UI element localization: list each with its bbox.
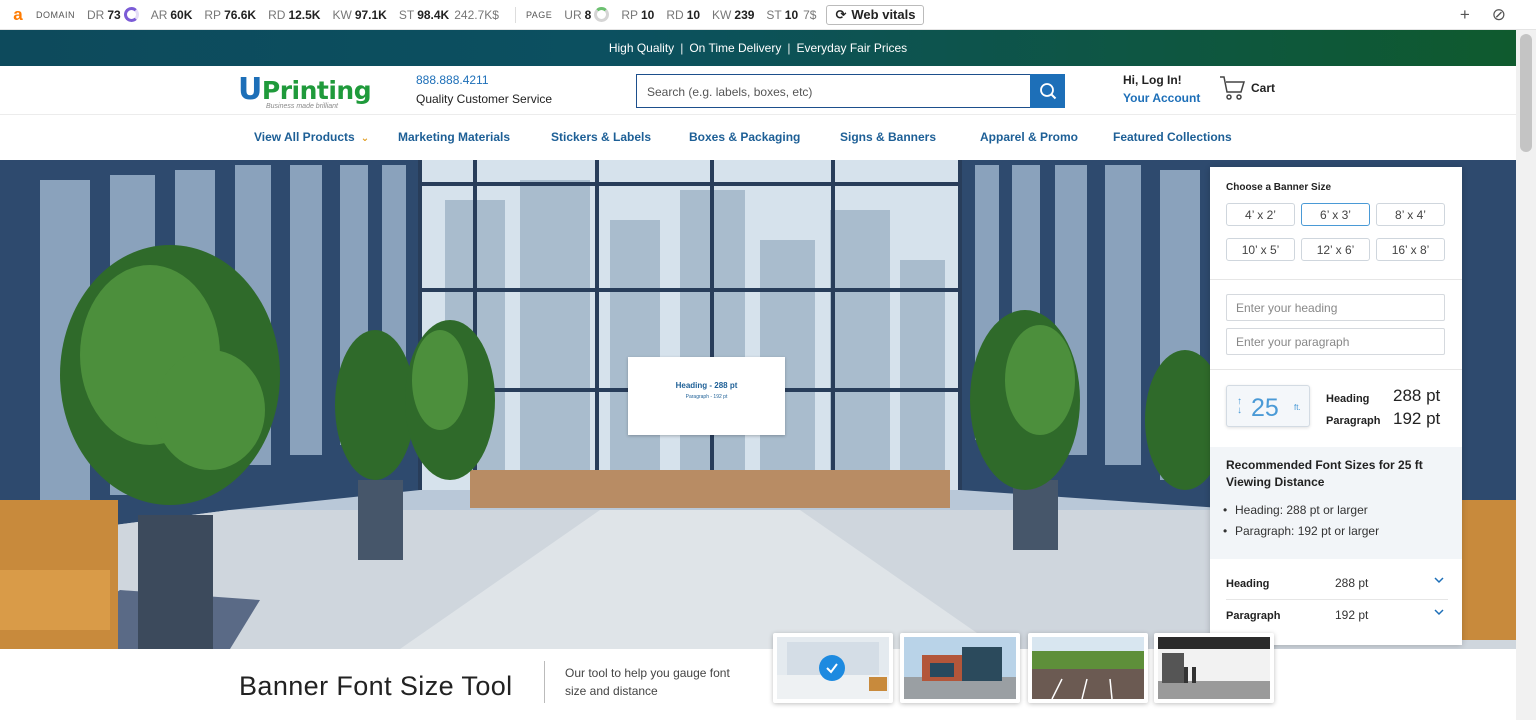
paragraph-stat-label: Paragraph	[1326, 415, 1381, 427]
page-scrollbar[interactable]	[1516, 30, 1536, 720]
chevron-down-icon	[1434, 609, 1444, 616]
toolbar-actions: + ⊘	[1460, 5, 1506, 25]
nav-boxes-packaging[interactable]: Boxes & Packaging	[689, 130, 800, 144]
stepper-arrows-icon[interactable]: ↑ ↓	[1237, 397, 1242, 416]
selected-check-icon	[819, 655, 845, 681]
heading-size-select[interactable]: Heading 288 pt	[1210, 567, 1462, 599]
nav-view-all-products[interactable]: View All Products ⌄	[254, 130, 369, 144]
paragraph-stat-value: 192 pt	[1393, 409, 1441, 428]
size-option-10x5[interactable]: 10’ x 5’	[1226, 238, 1295, 261]
metric-page-rd: RD 10	[666, 7, 701, 22]
chevron-down-icon: ⌄	[360, 133, 370, 144]
distance-unit: ft.	[1294, 403, 1301, 412]
heading-input[interactable]: Enter your heading	[1226, 294, 1445, 321]
recommendation-item: Paragraph: 192 pt or larger	[1223, 524, 1379, 538]
metric-st: ST 98.4K 242.7K$	[398, 7, 499, 22]
metric-page-rp: RP 10	[621, 7, 655, 22]
cart-label[interactable]: Cart	[1251, 81, 1275, 95]
size-option-6x3[interactable]: 6’ x 3’	[1301, 203, 1370, 226]
metric-dr: DR 73	[87, 7, 139, 22]
banner-preview: Heading - 288 pt Paragraph - 192 pt	[628, 357, 785, 435]
paragraph-size-select[interactable]: Paragraph 192 pt	[1210, 599, 1462, 631]
outdoor-thumbnail-image	[1032, 637, 1144, 699]
recommendation-title: Recommended Font Sizes for 25 ft Viewing…	[1226, 458, 1423, 489]
login-link[interactable]: Hi, Log In!	[1123, 73, 1182, 87]
panel-divider	[1210, 369, 1462, 370]
phone-link[interactable]: 888.888.4211	[416, 73, 489, 87]
distance-stepper[interactable]: ↑ ↓ 25 ft.	[1226, 385, 1310, 427]
size-option-12x6[interactable]: 12’ x 6’	[1301, 238, 1370, 261]
storefront-thumbnail-image	[904, 637, 1016, 699]
metric-rd: RD 12.5K	[268, 7, 321, 22]
web-vitals-button[interactable]: ⟳ Web vitals	[826, 4, 925, 25]
scene-thumbnail-outdoor[interactable]	[1028, 633, 1148, 703]
promo-separator: |	[680, 41, 684, 55]
nav-featured-collections[interactable]: Featured Collections	[1113, 130, 1232, 144]
main-nav: View All Products ⌄ Marketing Materials S…	[0, 114, 1516, 160]
seo-toolbar: a DOMAIN DR 73 AR 60K RP 76.6K RD 12.5K KW 97…	[0, 0, 1536, 30]
metric-ar: AR 60K	[150, 7, 193, 22]
nav-stickers-labels[interactable]: Stickers & Labels	[551, 130, 651, 144]
scrollbar-thumb[interactable]	[1520, 34, 1532, 152]
scene-thumbnail-lobby[interactable]	[773, 633, 893, 703]
panel-divider	[1210, 279, 1462, 280]
promo-item: On Time Delivery	[689, 41, 782, 55]
promo-item: Everyday Fair Prices	[796, 41, 908, 55]
size-option-16x8[interactable]: 16’ x 8’	[1376, 238, 1445, 261]
page-metrics: PAGE UR 8 RP 10 RD 10 KW 239 ST 10 7$	[526, 7, 823, 22]
nav-apparel-promo[interactable]: Apparel & Promo	[980, 130, 1078, 144]
promo-separator: |	[787, 41, 791, 55]
banner-preview-paragraph: Paragraph - 192 pt	[685, 394, 728, 400]
size-option-8x4[interactable]: 8’ x 4’	[1376, 203, 1445, 226]
scene-thumbnail-gallery[interactable]	[1154, 633, 1274, 703]
search-button[interactable]	[1030, 74, 1065, 108]
metric-ur: UR 8	[564, 7, 610, 22]
tool-intro: Banner Font Size Tool Our tool to help y…	[0, 649, 1516, 720]
metric-page-kw: KW 239	[712, 7, 755, 22]
page-title: Banner Font Size Tool	[239, 671, 513, 701]
search-input[interactable]: Search (e.g. labels, boxes, etc)	[636, 74, 1031, 108]
distance-value: 25	[1251, 394, 1279, 422]
paragraph-input[interactable]: Enter your paragraph	[1226, 328, 1445, 355]
scene-thumbnail-storefront[interactable]	[900, 633, 1020, 703]
metric-page-st: ST 10 7$	[766, 7, 817, 22]
banner-preview-heading: Heading - 288 pt	[675, 381, 738, 390]
recommendation-item: Heading: 288 pt or larger	[1223, 503, 1368, 517]
dr-ring-icon	[123, 7, 139, 22]
nav-marketing-materials[interactable]: Marketing Materials	[398, 130, 510, 144]
page-subtitle: Our tool to help you gauge font size and…	[565, 666, 730, 698]
cart-icon[interactable]	[1219, 74, 1247, 102]
promo-item: High Quality	[608, 41, 675, 55]
gallery-thumbnail-image	[1158, 637, 1270, 699]
logo-tagline: Business made brilliant	[266, 103, 338, 110]
title-divider	[544, 661, 545, 703]
heading-stat-label: Heading	[1326, 393, 1370, 405]
ahrefs-logo-icon[interactable]: a	[0, 5, 36, 25]
site-header: UPrinting Business made brilliant 888.88…	[0, 66, 1516, 114]
banner-size-title: Choose a Banner Size	[1226, 182, 1332, 193]
metric-rp: RP 76.6K	[204, 7, 257, 22]
disable-icon[interactable]: ⊘	[1492, 5, 1506, 25]
plus-icon[interactable]: +	[1460, 5, 1470, 25]
metric-kw: KW 97.1K	[332, 7, 387, 22]
chevron-down-icon	[1434, 577, 1444, 584]
toolbar-divider	[514, 6, 516, 23]
customer-service-text: Quality Customer Service	[416, 92, 553, 106]
recommendation-box: Recommended Font Sizes for 25 ft Viewing…	[1210, 447, 1462, 559]
account-link[interactable]: Your Account	[1123, 91, 1200, 105]
ur-ring-icon	[594, 7, 610, 22]
promo-bar: High Quality | On Time Delivery | Everyd…	[0, 30, 1516, 66]
domain-metrics: DOMAIN DR 73 AR 60K RP 76.6K RD 12.5K KW 97.1…	[36, 7, 505, 22]
font-tool-panel: Choose a Banner Size 4’ x 2’ 6’ x 3’ 8’ …	[1210, 167, 1462, 645]
size-option-4x2[interactable]: 4’ x 2’	[1226, 203, 1295, 226]
heading-stat-value: 288 pt	[1393, 386, 1441, 405]
refresh-icon: ⟳	[835, 6, 847, 22]
uprinting-logo[interactable]: UPrinting Business made brilliant	[238, 72, 378, 112]
domain-tag: DOMAIN	[36, 9, 75, 20]
page-tag: PAGE	[525, 9, 553, 20]
search-icon	[1039, 83, 1056, 100]
nav-signs-banners[interactable]: Signs & Banners	[840, 130, 936, 144]
